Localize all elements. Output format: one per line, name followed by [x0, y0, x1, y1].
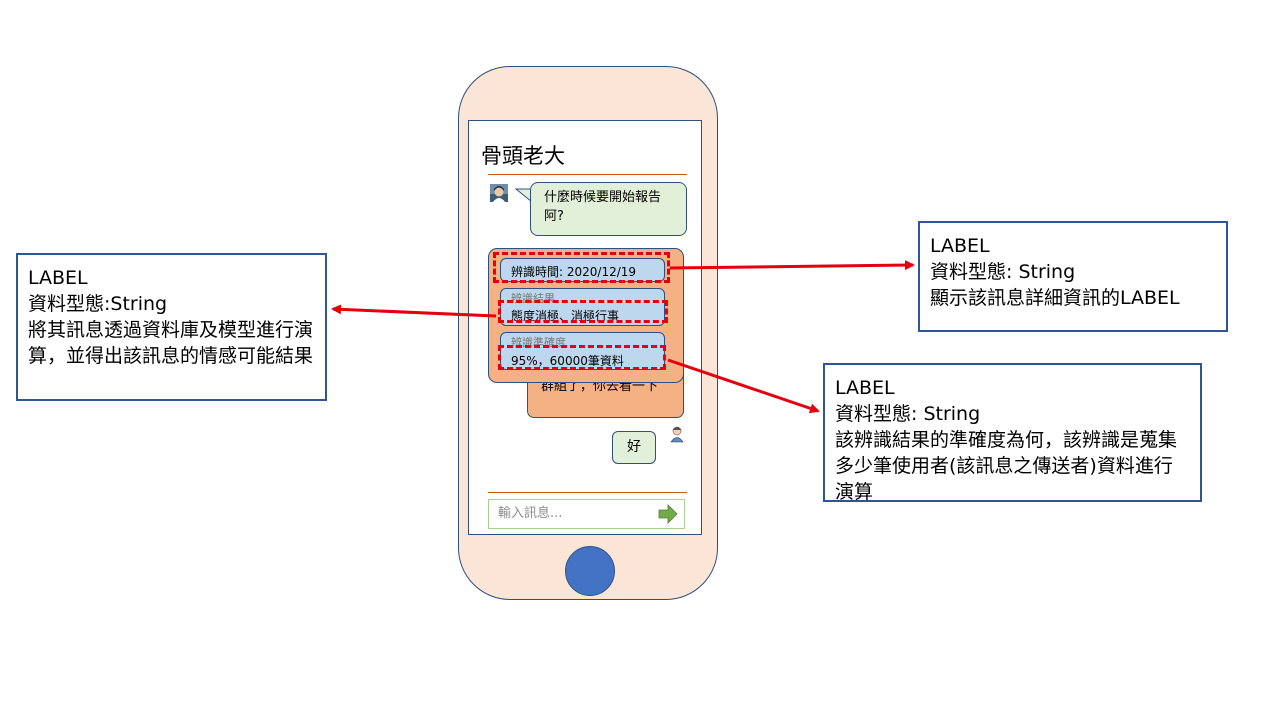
arrow-to-top-right-callout: [669, 260, 915, 271]
connector-arrows: [331, 260, 915, 414]
arrow-to-left-callout: [331, 304, 497, 318]
arrow-to-bottom-right-callout: [667, 358, 820, 414]
